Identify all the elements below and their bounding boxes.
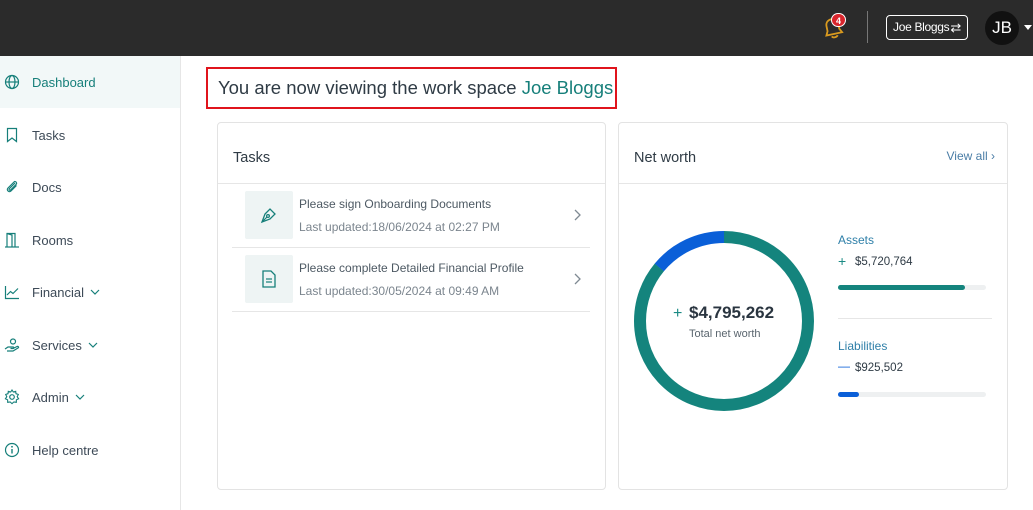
switch-user-button[interactable]: Joe Bloggs ⇄ xyxy=(886,15,968,40)
sidebar-item-label: Tasks xyxy=(32,127,66,143)
liabilities-bar-track xyxy=(838,392,986,397)
liabilities-bar-fill xyxy=(838,392,859,397)
total-net-worth-label: Total net worth xyxy=(689,328,761,340)
sidebar-item-label: Help centre xyxy=(32,442,99,458)
document-icon xyxy=(262,270,276,288)
pen-nib-icon xyxy=(260,208,276,224)
sidebar-item-label: Services xyxy=(32,337,82,353)
sidebar: Dashboard Tasks Docs Rooms Financial Ser… xyxy=(0,56,181,510)
chevron-right-icon: › xyxy=(991,149,995,163)
task-title: Please sign Onboarding Documents xyxy=(299,197,492,211)
switch-user-label: Joe Bloggs xyxy=(893,20,950,34)
task-item-financial-profile[interactable]: Please complete Detailed Financial Profi… xyxy=(232,248,590,312)
sidebar-item-financial[interactable]: Financial xyxy=(0,266,180,318)
sidebar-item-label: Dashboard xyxy=(32,74,96,90)
sidebar-item-help-centre[interactable]: Help centre xyxy=(0,424,180,476)
assets-label[interactable]: Assets xyxy=(838,233,874,247)
sidebar-item-label: Financial xyxy=(32,284,85,300)
liabilities-label[interactable]: Liabilities xyxy=(838,339,887,353)
task-item-onboarding[interactable]: Please sign Onboarding Documents Last up… xyxy=(232,184,590,248)
chevron-right-icon[interactable] xyxy=(572,273,582,285)
chevron-down-icon xyxy=(90,289,100,295)
workspace-banner-text: You are now viewing the work space xyxy=(218,77,522,98)
sidebar-item-label: Docs xyxy=(32,179,62,195)
total-net-worth-value: $4,795,262 xyxy=(689,303,775,322)
sidebar-item-admin[interactable]: Admin xyxy=(0,371,180,423)
globe-icon xyxy=(4,74,20,90)
chart-line-icon xyxy=(4,286,19,300)
sidebar-item-services[interactable]: Services xyxy=(0,319,180,371)
sidebar-item-tasks[interactable]: Tasks xyxy=(0,109,180,161)
tasks-card-title: Tasks xyxy=(233,150,271,166)
info-icon xyxy=(4,442,20,458)
tasks-card: Tasks Please sign Onboarding Documents L… xyxy=(217,122,606,490)
assets-sign: + xyxy=(838,253,847,269)
gear-icon xyxy=(4,389,20,405)
workspace-banner: You are now viewing the work space Joe B… xyxy=(206,67,617,109)
task-icon-box xyxy=(245,191,293,239)
legend-divider xyxy=(838,318,992,319)
task-updated: Last updated:18/06/2024 at 02:27 PM xyxy=(299,220,500,234)
chevron-down-icon xyxy=(75,394,85,400)
assets-value: $5,720,764 xyxy=(855,256,913,268)
liabilities-value: $925,502 xyxy=(855,362,903,374)
chevron-right-icon[interactable] xyxy=(572,209,582,221)
chevron-down-icon[interactable] xyxy=(1024,25,1032,30)
task-title: Please complete Detailed Financial Profi… xyxy=(299,261,524,275)
sidebar-item-rooms[interactable]: Rooms xyxy=(0,214,180,266)
workspace-name: Joe Bloggs xyxy=(521,77,614,98)
notification-count-badge: 4 xyxy=(831,13,846,27)
task-icon-box xyxy=(245,255,293,303)
chevron-down-icon xyxy=(88,342,98,348)
card-divider xyxy=(619,183,1007,184)
assets-bar-track xyxy=(838,285,986,290)
assets-bar-fill xyxy=(838,285,966,290)
sidebar-item-label: Admin xyxy=(32,389,69,405)
view-all-link[interactable]: View all › xyxy=(947,149,995,163)
sidebar-item-docs[interactable]: Docs xyxy=(0,161,180,213)
liabilities-sign: — xyxy=(838,359,850,373)
sidebar-item-dashboard[interactable]: Dashboard xyxy=(0,56,180,108)
net-worth-card: Net worth View all › + $4,795,262 Total … xyxy=(618,122,1008,490)
hand-icon xyxy=(4,338,20,352)
sidebar-item-label: Rooms xyxy=(32,232,74,248)
paperclip-icon xyxy=(6,180,18,193)
swap-arrows-icon: ⇄ xyxy=(950,20,961,35)
door-icon xyxy=(5,232,19,248)
task-updated: Last updated:30/05/2024 at 09:49 AM xyxy=(299,284,500,298)
bookmark-icon xyxy=(6,127,18,143)
avatar[interactable]: JB xyxy=(985,11,1019,45)
top-bar: 4 Joe Bloggs ⇄ JB xyxy=(0,0,1033,56)
view-all-label: View all xyxy=(946,149,988,163)
net-worth-card-title: Net worth xyxy=(634,150,697,166)
header-divider xyxy=(867,11,868,43)
total-net-worth-sign: + xyxy=(673,305,683,322)
